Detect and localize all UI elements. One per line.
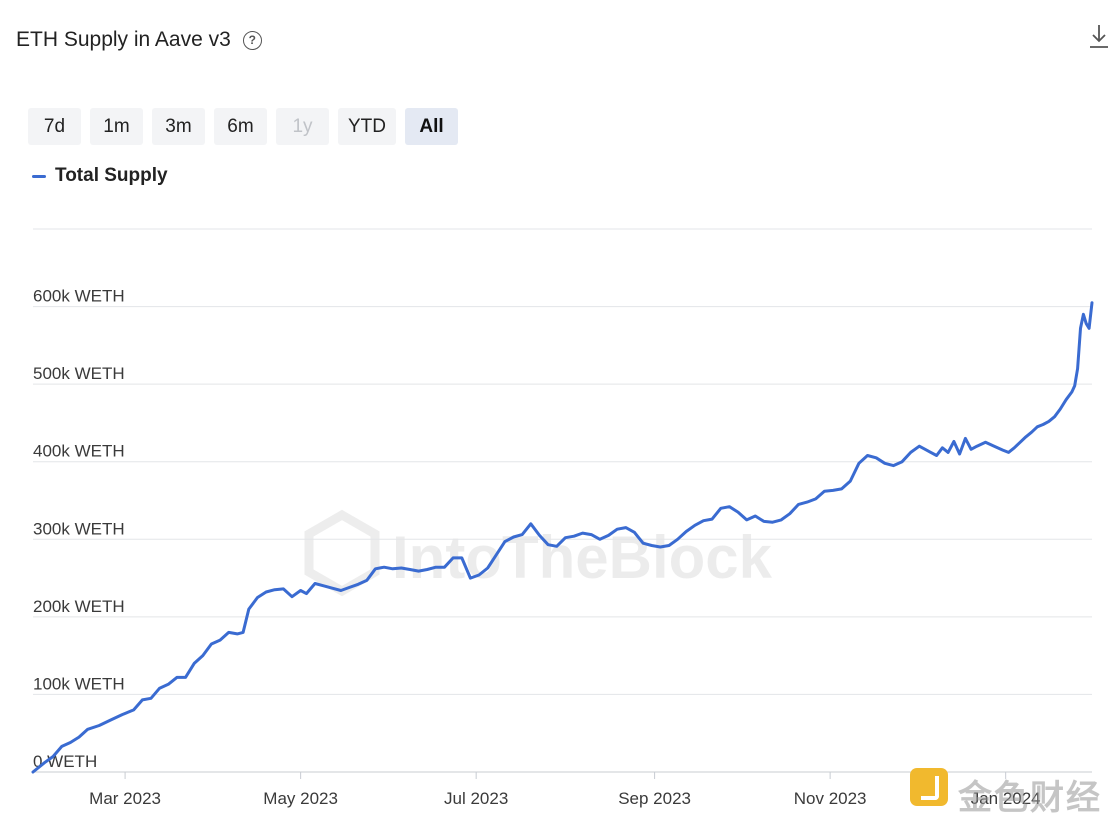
line-chart[interactable]: IntoTheBlock0 WETH100k WETH200k WETH300k… [0, 0, 1120, 818]
x-tick-label: Nov 2023 [794, 789, 867, 808]
x-tick-label: May 2023 [263, 789, 338, 808]
x-tick-label: Mar 2023 [89, 789, 161, 808]
y-tick-label: 100k WETH [33, 674, 125, 693]
y-tick-label: 200k WETH [33, 597, 125, 616]
y-tick-label: 400k WETH [33, 442, 125, 461]
y-tick-label: 500k WETH [33, 364, 125, 383]
x-tick-label: Sep 2023 [618, 789, 691, 808]
x-tick-label: Jul 2023 [444, 789, 508, 808]
y-tick-label: 0 WETH [33, 752, 97, 771]
y-tick-label: 300k WETH [33, 519, 125, 538]
y-tick-label: 600k WETH [33, 287, 125, 306]
watermark-corner-text: 金色财经 [958, 779, 1102, 817]
watermark-logo-icon [910, 768, 948, 806]
